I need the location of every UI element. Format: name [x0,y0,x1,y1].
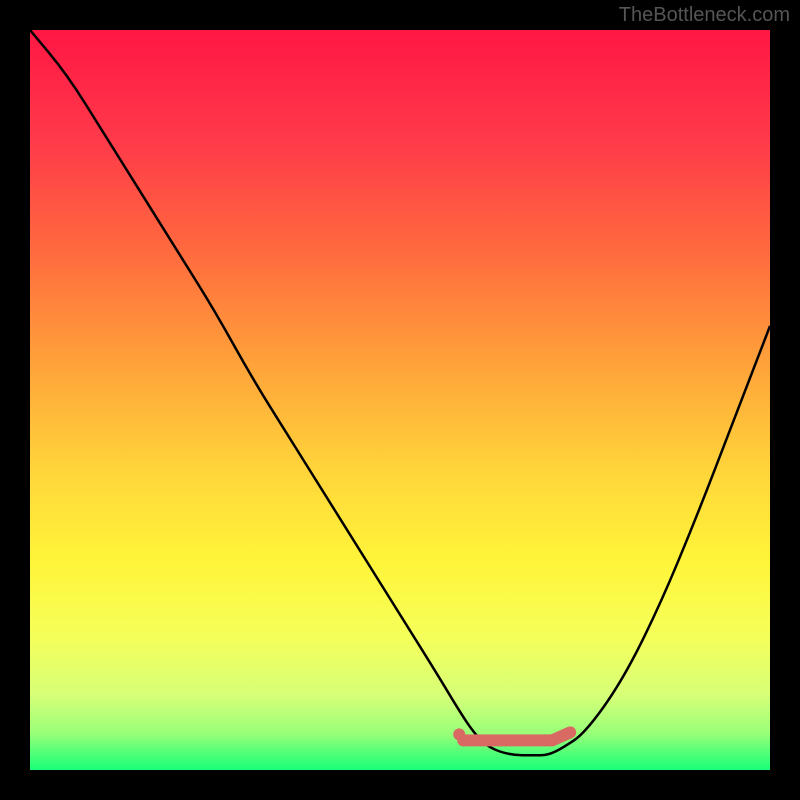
plot-area [30,30,770,770]
optimal-band [30,30,770,770]
watermark-text: TheBottleneck.com [619,4,790,27]
